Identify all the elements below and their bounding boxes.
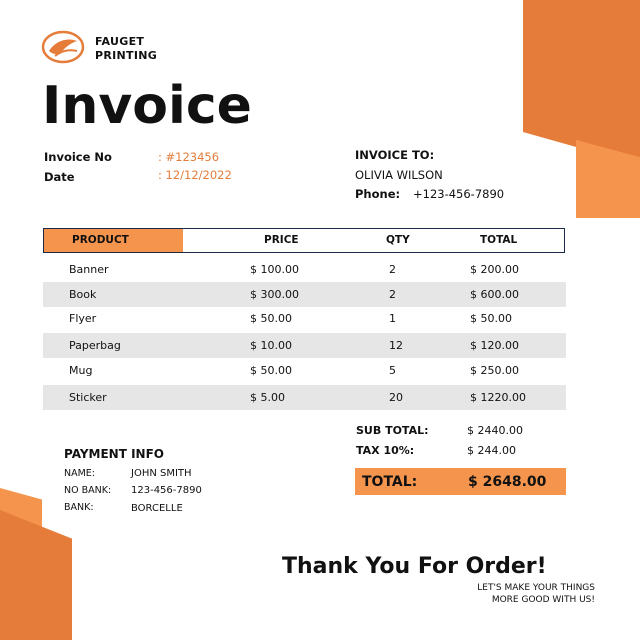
invoice-no-label: Invoice No: [44, 150, 112, 164]
cell-qty: 2: [389, 263, 396, 276]
header-product: PRODUCT: [72, 234, 129, 246]
payment-name-label: NAME:: [64, 468, 96, 479]
cell-price: $ 50.00: [250, 364, 292, 377]
company-name-line1: FAUGET: [95, 35, 145, 48]
cell-qty: 1: [389, 312, 396, 325]
invoice-to-phone-label: Phone:: [355, 187, 401, 201]
cell-total: $ 200.00: [470, 263, 519, 276]
thank-you-heading: Thank You For Order!: [282, 554, 547, 579]
cell-qty: 2: [389, 288, 396, 301]
cell-product: Sticker: [69, 391, 107, 404]
cell-product: Flyer: [69, 312, 97, 325]
total-label: TOTAL:: [362, 474, 418, 490]
slogan-line1: LET'S MAKE YOUR THINGS: [477, 583, 595, 593]
invoice-to-phone: +123-456-7890: [413, 187, 505, 201]
company-name: FAUGET PRINTING: [95, 35, 157, 63]
payment-info-heading: PAYMENT INFO: [64, 447, 164, 461]
cell-total: $ 1220.00: [470, 391, 526, 404]
total-value: $ 2648.00: [468, 474, 547, 490]
cell-product: Book: [69, 288, 97, 301]
tax-value: $ 244.00: [467, 444, 516, 457]
header-qty: QTY: [386, 234, 410, 246]
cell-qty: 20: [389, 391, 403, 404]
payment-bank-no-label: NO BANK:: [64, 485, 112, 496]
cell-total: $ 250.00: [470, 364, 519, 377]
cell-total: $ 600.00: [470, 288, 519, 301]
cell-product: Mug: [69, 364, 93, 377]
page-title: Invoice: [42, 76, 252, 136]
corner-decoration-bottom-left: [0, 510, 72, 640]
corner-decoration-top-right: [523, 0, 640, 165]
cell-product: Banner: [69, 263, 109, 276]
cell-price: $ 10.00: [250, 339, 292, 352]
payment-bank-value: BORCELLE: [131, 503, 183, 514]
cell-qty: 12: [389, 339, 403, 352]
cell-price: $ 100.00: [250, 263, 299, 276]
header-price: PRICE: [264, 234, 299, 246]
header-total: TOTAL: [480, 234, 518, 246]
date-value: : 12/12/2022: [158, 168, 232, 182]
cell-qty: 5: [389, 364, 396, 377]
payment-bank-label: BANK:: [64, 502, 94, 513]
subtotal-value: $ 2440.00: [467, 424, 523, 437]
invoice-to-heading: INVOICE TO:: [355, 148, 435, 162]
cell-price: $ 300.00: [250, 288, 299, 301]
payment-bank-no-value: 123-456-7890: [131, 485, 202, 496]
payment-name-value: JOHN SMITH: [131, 468, 192, 479]
invoice-no-value: : #123456: [158, 150, 220, 164]
cell-total: $ 120.00: [470, 339, 519, 352]
tax-label: TAX 10%:: [356, 444, 415, 457]
cell-price: $ 5.00: [250, 391, 285, 404]
date-label: Date: [44, 170, 75, 184]
invoice-to-name: OLIVIA WILSON: [355, 168, 443, 182]
company-name-line2: PRINTING: [95, 49, 158, 62]
cell-price: $ 50.00: [250, 312, 292, 325]
slogan-line2: MORE GOOD WITH US!: [491, 595, 595, 605]
cell-total: $ 50.00: [470, 312, 512, 325]
subtotal-label: SUB TOTAL:: [356, 424, 429, 437]
logo-icon: [41, 29, 85, 65]
cell-product: Paperbag: [69, 339, 121, 352]
